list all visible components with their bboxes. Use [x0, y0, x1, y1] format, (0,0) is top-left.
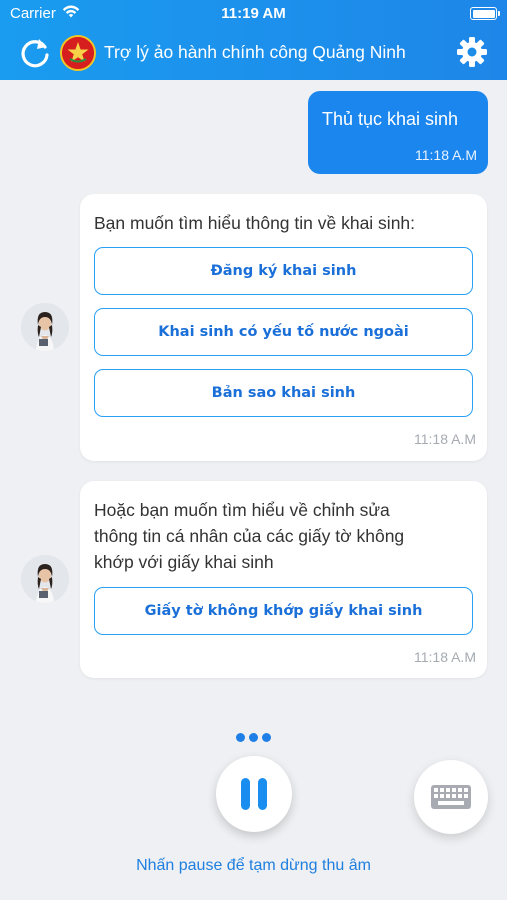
keyboard-icon [431, 785, 471, 809]
status-bar: Carrier 11:19 AM [0, 0, 507, 28]
option-khai-sinh-nuoc-ngoai-button[interactable]: Khai sinh có yếu tố nước ngoài [94, 308, 473, 356]
bot-avatar [21, 555, 69, 603]
bot-message-line: Hoặc bạn muốn tìm hiểu về chỉnh sửa [94, 500, 390, 520]
bot-message-text: Bạn muốn tìm hiểu thông tin về khai sinh… [94, 213, 416, 233]
refresh-icon[interactable] [18, 36, 52, 70]
option-giay-to-khong-khop-button[interactable]: Giấy tờ không khớp giấy khai sinh [94, 587, 473, 635]
bot-message-card: Bạn muốn tìm hiểu thông tin về khai sinh… [80, 194, 487, 461]
bot-message-text: Hoặc bạn muốn tìm hiểu về chỉnh sửa thôn… [94, 497, 474, 575]
user-message-bubble: Thủ tục khai sinh 11:18 A.M [308, 91, 488, 174]
gear-icon[interactable] [456, 36, 488, 68]
indicator-dot [262, 733, 271, 742]
page-title: Trợ lý ảo hành chính công Quảng Ninh [104, 42, 406, 62]
recording-hint: Nhấn pause để tạm dừng thu âm [136, 857, 371, 874]
message-time: 11:18 A.M [414, 147, 477, 163]
option-ban-sao-khai-sinh-button[interactable]: Bản sao khai sinh [94, 369, 473, 417]
battery-icon [470, 7, 500, 20]
bot-avatar [21, 303, 69, 351]
indicator-dot [236, 733, 245, 742]
message-time: 11:18 A.M [413, 431, 476, 447]
message-time: 11:18 A.M [413, 649, 476, 665]
bot-message-line: khớp với giấy khai sinh [94, 552, 274, 572]
pause-button[interactable] [216, 756, 292, 832]
keyboard-button[interactable] [414, 760, 488, 834]
status-time: 11:19 AM [221, 5, 286, 22]
province-logo [60, 35, 96, 71]
bot-message-card: Hoặc bạn muốn tìm hiểu về chỉnh sửa thôn… [80, 481, 487, 678]
bot-message-line: thông tin cá nhân của các giấy tờ không [94, 526, 405, 546]
user-message-text: Thủ tục khai sinh [322, 109, 459, 129]
app-header: Carrier 11:19 AM Trợ lý ảo hành chính cô… [0, 0, 507, 80]
option-dang-ky-khai-sinh-button[interactable]: Đăng ký khai sinh [94, 247, 473, 295]
indicator-dot [249, 733, 258, 742]
